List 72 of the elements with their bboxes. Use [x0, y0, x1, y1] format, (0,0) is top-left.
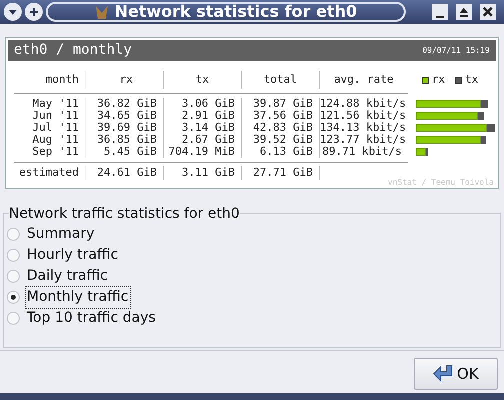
report-title: eth0 / monthly [14, 41, 132, 60]
table-cell: 134.13 kbit/s [320, 121, 406, 134]
legend-label: rx [432, 74, 446, 86]
table-cell: Jul '11 [32, 121, 79, 134]
table-cell: 36.85 GiB [97, 133, 157, 146]
traffic-bar-drawing [416, 112, 484, 120]
table-cell: 3.06 GiB [182, 97, 235, 110]
report-timestamp: 09/07/11 15:19 [422, 44, 490, 56]
table-cell: 37.56 GiB [253, 109, 313, 122]
column-header: avg. rate [334, 74, 394, 86]
traffic-bar-drawing [416, 100, 488, 108]
table-cell: 3.14 GiB [182, 121, 235, 134]
table-cell: May '11 [32, 97, 79, 110]
radio-option[interactable]: Monthly traffic [7, 287, 500, 308]
maximize-button[interactable] [456, 4, 472, 20]
radio-label: Hourly traffic [26, 246, 120, 265]
traffic-bar-drawing [416, 136, 486, 144]
app-icon [94, 4, 109, 20]
table-cell: 39.52 GiB [253, 133, 313, 146]
table-cell: 27.71 GiB [253, 167, 313, 179]
table-cell: 34.65 GiB [97, 109, 157, 122]
radio-label: Monthly traffic [25, 286, 131, 309]
table-cell: Aug '11 [32, 133, 79, 146]
plus-icon [29, 7, 39, 17]
radio-button[interactable] [7, 291, 20, 304]
eject-icon [459, 7, 469, 17]
table-cell: 39.87 GiB [253, 97, 313, 110]
column-header: tx [196, 74, 210, 86]
plus-button[interactable] [25, 3, 43, 21]
table-cell: 89.71 kbit/s [322, 145, 402, 158]
radio-button[interactable] [7, 270, 20, 283]
table-cell: 39.69 GiB [97, 121, 157, 134]
minimize-button[interactable] [432, 4, 448, 20]
radio-label: Daily traffic [26, 267, 109, 286]
table-cell: 36.82 GiB [97, 97, 157, 110]
table-cell: estimated [19, 167, 79, 179]
column-header: rx [120, 74, 133, 86]
radio-option[interactable]: Hourly traffic [7, 245, 500, 266]
table-cell: 704.19 MiB [168, 145, 235, 158]
radio-label: Top 10 traffic days [26, 309, 157, 328]
radio-button[interactable] [7, 312, 20, 325]
window-title: Network statistics for eth0 [114, 3, 358, 21]
legend-swatch [422, 76, 429, 84]
table-cell: 3.11 GiB [182, 167, 235, 179]
legend-label: tx [465, 74, 478, 86]
table-cell: Jun '11 [32, 109, 79, 122]
traffic-bar-drawing [416, 148, 428, 156]
return-arrow-icon [433, 365, 456, 383]
radio-option[interactable]: Top 10 traffic days [7, 308, 500, 329]
table-cell: 123.77 kbit/s [320, 133, 406, 146]
column-header: total [264, 74, 298, 86]
table-cell: 121.56 kbit/s [320, 109, 406, 122]
table-cell: 5.45 GiB [104, 145, 157, 158]
caret-icon [8, 7, 18, 17]
column-header: month [46, 74, 79, 86]
radio-option[interactable]: Daily traffic [7, 266, 500, 287]
radio-label: Summary [26, 225, 96, 244]
close-button[interactable] [480, 4, 496, 20]
menu-button[interactable] [4, 3, 22, 21]
table-cell: 2.91 GiB [182, 109, 235, 122]
table-cell: 124.88 kbit/s [320, 97, 406, 110]
radio-button[interactable] [7, 228, 20, 241]
close-icon [483, 7, 493, 17]
radio-option[interactable]: Summary [7, 224, 500, 245]
table-cell: 2.67 GiB [182, 133, 235, 146]
ok-button[interactable]: OK [414, 358, 498, 390]
table-cell: Sep '11 [32, 145, 79, 158]
radio-button[interactable] [7, 249, 20, 262]
table-cell: 42.83 GiB [253, 121, 313, 134]
legend-swatch [455, 76, 462, 84]
table-cell: 6.13 GiB [260, 145, 313, 158]
table-cell: 24.61 GiB [97, 167, 157, 179]
